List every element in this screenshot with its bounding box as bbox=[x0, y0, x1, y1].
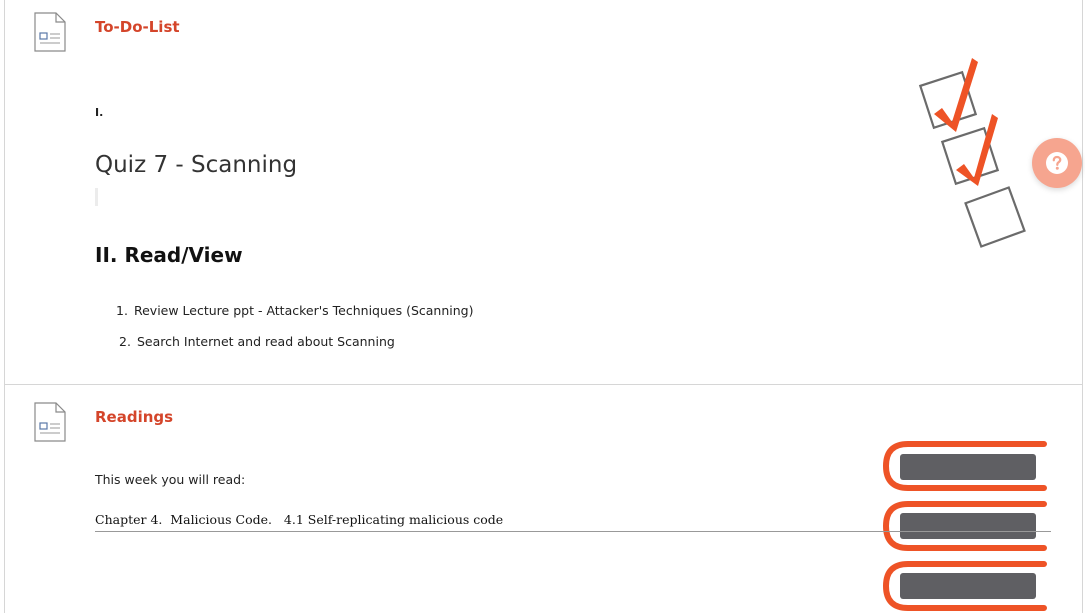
book-stack-illustration bbox=[882, 441, 1047, 611]
list-item: 2. Search Internet and read about Scanni… bbox=[119, 334, 395, 349]
document-icon bbox=[34, 12, 66, 52]
list-item: 1. Review Lecture ppt - Attacker's Techn… bbox=[116, 303, 474, 318]
todo-list-link[interactable]: To-Do-List bbox=[95, 18, 180, 36]
help-button[interactable] bbox=[1032, 138, 1082, 188]
question-mark-icon bbox=[1046, 152, 1068, 174]
quiz-title: Quiz 7 - Scanning bbox=[95, 152, 298, 178]
readings-section: Readings This week you will read: Chapte… bbox=[4, 386, 1083, 613]
readings-link[interactable]: Readings bbox=[95, 408, 173, 426]
todo-section: To-Do-List I. Quiz 7 - Scanning II. Read… bbox=[4, 0, 1083, 385]
chapter-reading: Chapter 4. Malicious Code. 4.1 Self-repl… bbox=[95, 512, 504, 527]
read-view-list: 1. Review Lecture ppt - Attacker's Techn… bbox=[95, 302, 473, 364]
quiz-placeholder-bar bbox=[95, 188, 98, 206]
checklist-illustration bbox=[918, 58, 1026, 248]
document-icon bbox=[34, 402, 66, 442]
readings-intro: This week you will read: bbox=[95, 472, 246, 487]
section-two-heading: II. Read/View bbox=[95, 243, 243, 267]
section-one-label: I. bbox=[95, 106, 104, 119]
divider bbox=[95, 531, 1051, 532]
